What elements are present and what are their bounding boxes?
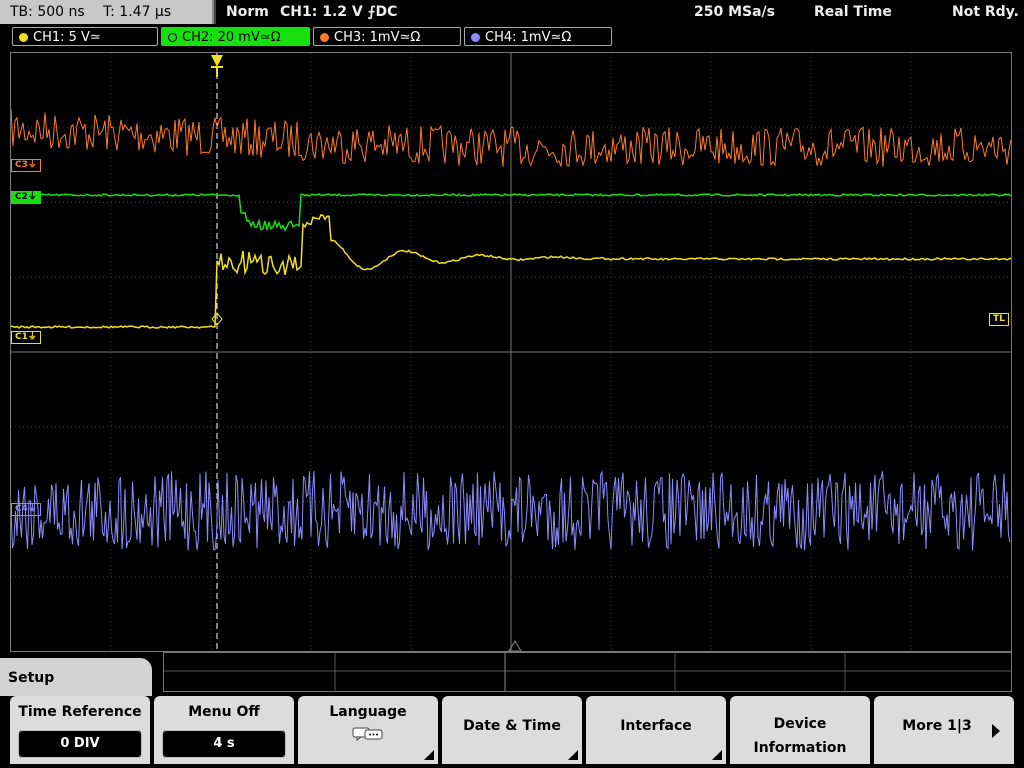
- date-time-label: Date & Time: [463, 718, 561, 734]
- device-information-button[interactable]: Device Information: [730, 696, 870, 764]
- softkey-bar: Time Reference 0 DIV Menu Off 4 s Langua…: [0, 696, 1024, 768]
- info-strip: [163, 652, 1012, 692]
- menu-off-button[interactable]: Menu Off 4 s: [154, 696, 294, 764]
- more-button[interactable]: More 1|3: [874, 696, 1014, 764]
- submenu-arrow-icon: [568, 750, 578, 760]
- speech-bubbles-icon: [352, 727, 383, 741]
- trigger-level-marker[interactable]: TL: [989, 313, 1009, 326]
- trigger-setting[interactable]: CH1: 1.2 V ⨍DC: [280, 0, 397, 24]
- device-information-line1: Device: [773, 716, 827, 732]
- status-bar: TB: 500 ns T: 1.47 µs Norm CH1: 1.2 V ⨍D…: [0, 0, 1024, 24]
- tab-ch2[interactable]: CH2: 20 mV≃Ω: [161, 27, 310, 46]
- time-reference-value: 0 DIV: [18, 730, 142, 758]
- acquisition-mode: Real Time: [814, 4, 892, 20]
- waveform-canvas[interactable]: [11, 53, 1011, 651]
- ch1-ground-marker[interactable]: C1⏚: [11, 331, 41, 344]
- trigger-mode[interactable]: Norm: [226, 0, 269, 24]
- trigger-time-value: T: 1.47 µs: [103, 4, 172, 20]
- tab-ch1-label: CH1: 5 V≃: [33, 30, 101, 45]
- menu-title: Setup: [0, 658, 152, 698]
- ch1-color-dot: [19, 33, 28, 42]
- tab-ch4[interactable]: CH4: 1mV≃Ω: [464, 27, 612, 46]
- ch4-color-dot: [471, 33, 480, 42]
- device-information-label: Device Information: [730, 712, 870, 760]
- tab-ch2-label: CH2: 20 mV≃Ω: [182, 30, 281, 45]
- waveform-display[interactable]: C3⏚ C2⏚ C1⏚ C4⏚ TL: [10, 52, 1012, 652]
- menu-off-value: 4 s: [162, 730, 286, 758]
- tab-ch1[interactable]: CH1: 5 V≃: [12, 27, 158, 46]
- tab-ch3-label: CH3: 1mV≃Ω: [334, 30, 421, 45]
- next-page-icon: [992, 724, 1000, 738]
- channel-tabs: CH1: 5 V≃ CH2: 20 mV≃Ω CH3: 1mV≃Ω CH4: 1…: [0, 26, 1024, 48]
- interface-button[interactable]: Interface: [586, 696, 726, 764]
- time-reference-button[interactable]: Time Reference 0 DIV: [10, 696, 150, 764]
- submenu-arrow-icon: [712, 750, 722, 760]
- status-separator: [214, 0, 216, 24]
- menu-off-label: Menu Off: [188, 704, 260, 720]
- ch2-ground-marker[interactable]: C2⏚: [11, 191, 41, 204]
- ch4-ground-marker[interactable]: C4⏚: [11, 503, 41, 516]
- ch3-color-dot: [320, 33, 329, 42]
- trigger-position-marker[interactable]: [211, 55, 223, 77]
- device-information-line2: Information: [753, 740, 847, 756]
- ch3-ground-marker[interactable]: C3⏚: [11, 159, 41, 172]
- sample-rate: 250 MSa/s: [694, 4, 776, 20]
- timebase-value: TB: 500 ns: [10, 4, 85, 20]
- time-reference-label: Time Reference: [18, 704, 142, 720]
- acquisition-state: Not Rdy.: [952, 4, 1019, 20]
- graticule: [11, 53, 1011, 651]
- interface-label: Interface: [620, 718, 692, 734]
- tab-ch3[interactable]: CH3: 1mV≃Ω: [313, 27, 461, 46]
- language-label: Language: [329, 704, 407, 720]
- language-button[interactable]: Language: [298, 696, 438, 764]
- timebase-panel[interactable]: TB: 500 ns T: 1.47 µs: [0, 0, 214, 24]
- submenu-arrow-icon: [424, 750, 434, 760]
- info-strip-grid: [164, 653, 1011, 691]
- date-time-button[interactable]: Date & Time: [442, 696, 582, 764]
- ch2-color-dot: [168, 33, 177, 42]
- tab-ch4-label: CH4: 1mV≃Ω: [485, 30, 572, 45]
- more-label: More 1|3: [902, 718, 972, 734]
